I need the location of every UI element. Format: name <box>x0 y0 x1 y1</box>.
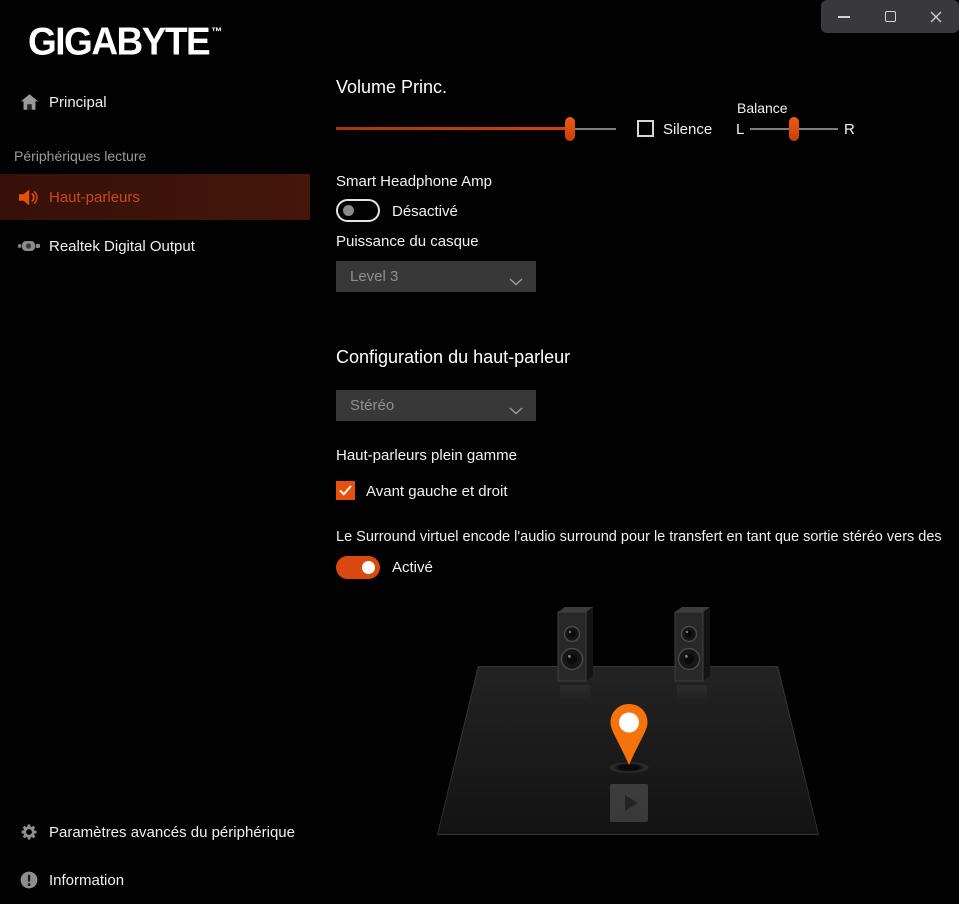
sidebar-item-principal[interactable]: Principal <box>0 84 310 120</box>
optical-output-icon <box>16 238 42 254</box>
sidebar-item-realtek-digital-output[interactable]: Realtek Digital Output <box>0 228 310 264</box>
balance-thumb[interactable] <box>789 117 799 141</box>
speaker-mode-dropdown[interactable]: Stéréo <box>336 390 536 421</box>
volume-section-title: Volume Princ. <box>336 77 447 98</box>
gear-icon <box>16 822 42 842</box>
test-play-button[interactable] <box>610 784 648 822</box>
toggle-knob <box>362 561 375 574</box>
home-icon <box>16 93 42 111</box>
sidebar-item-information[interactable]: Information <box>0 862 310 898</box>
chevron-down-icon <box>509 402 523 420</box>
balance-slider[interactable] <box>750 117 838 141</box>
listener-position-pin[interactable] <box>609 703 649 767</box>
right-speaker-reflection <box>677 685 707 701</box>
master-volume-slider[interactable] <box>336 117 616 141</box>
virtual-surround-state-label: Activé <box>392 559 433 576</box>
balance-left-label: L <box>736 121 744 138</box>
balance-label: Balance <box>737 100 788 116</box>
maximize-icon <box>885 11 896 22</box>
volume-thumb[interactable] <box>565 117 575 141</box>
full-range-label: Haut-parleurs plein gamme <box>336 447 517 464</box>
sidebar-item-label: Haut-parleurs <box>49 189 140 206</box>
front-pair-checkbox[interactable] <box>336 481 355 500</box>
toggle-knob <box>343 205 354 216</box>
headphone-amp-label: Smart Headphone Amp <box>336 173 492 190</box>
close-button[interactable] <box>919 4 953 30</box>
gigabyte-logo: GIGABYTE™ <box>28 20 222 64</box>
left-speaker-reflection <box>560 685 590 701</box>
sidebar-item-speakers[interactable]: Haut-parleurs <box>0 174 310 220</box>
speaker-config-title: Configuration du haut-parleur <box>336 347 570 368</box>
virtual-surround-description: Le Surround virtuel encode l'audio surro… <box>336 529 959 545</box>
balance-right-label: R <box>844 121 855 138</box>
sidebar-item-label: Realtek Digital Output <box>49 238 195 255</box>
mute-label: Silence <box>663 121 712 138</box>
sidebar-item-label: Paramètres avancés du périphérique <box>49 824 295 841</box>
dropdown-value: Level 3 <box>350 261 398 292</box>
info-icon <box>16 871 42 889</box>
maximize-button[interactable] <box>873 4 907 30</box>
speaker-icon <box>16 188 42 207</box>
play-icon <box>625 795 638 811</box>
right-speaker-image <box>673 605 715 685</box>
window-controls <box>821 0 959 33</box>
app-window: GIGABYTE™ Principal Périphériques lectur… <box>0 0 959 904</box>
left-speaker-image <box>556 605 598 685</box>
volume-track-fill <box>336 127 570 130</box>
sidebar-item-advanced-settings[interactable]: Paramètres avancés du périphérique <box>0 814 310 850</box>
minimize-button[interactable] <box>827 4 861 30</box>
sidebar-item-label: Principal <box>49 94 107 111</box>
sidebar-item-label: Information <box>49 872 124 889</box>
chevron-down-icon <box>509 273 523 291</box>
virtual-surround-toggle[interactable] <box>336 556 380 579</box>
headphone-amp-state-label: Désactivé <box>392 203 458 220</box>
headphone-power-label: Puissance du casque <box>336 233 479 250</box>
front-pair-label: Avant gauche et droit <box>366 483 508 500</box>
mute-checkbox[interactable] <box>637 120 654 137</box>
check-icon <box>339 485 352 496</box>
dropdown-value: Stéréo <box>350 390 394 421</box>
minimize-icon <box>838 16 850 18</box>
close-icon <box>930 11 942 23</box>
headphone-power-dropdown[interactable]: Level 3 <box>336 261 536 292</box>
playback-devices-section-label: Périphériques lecture <box>14 148 146 164</box>
headphone-amp-toggle[interactable] <box>336 199 380 222</box>
